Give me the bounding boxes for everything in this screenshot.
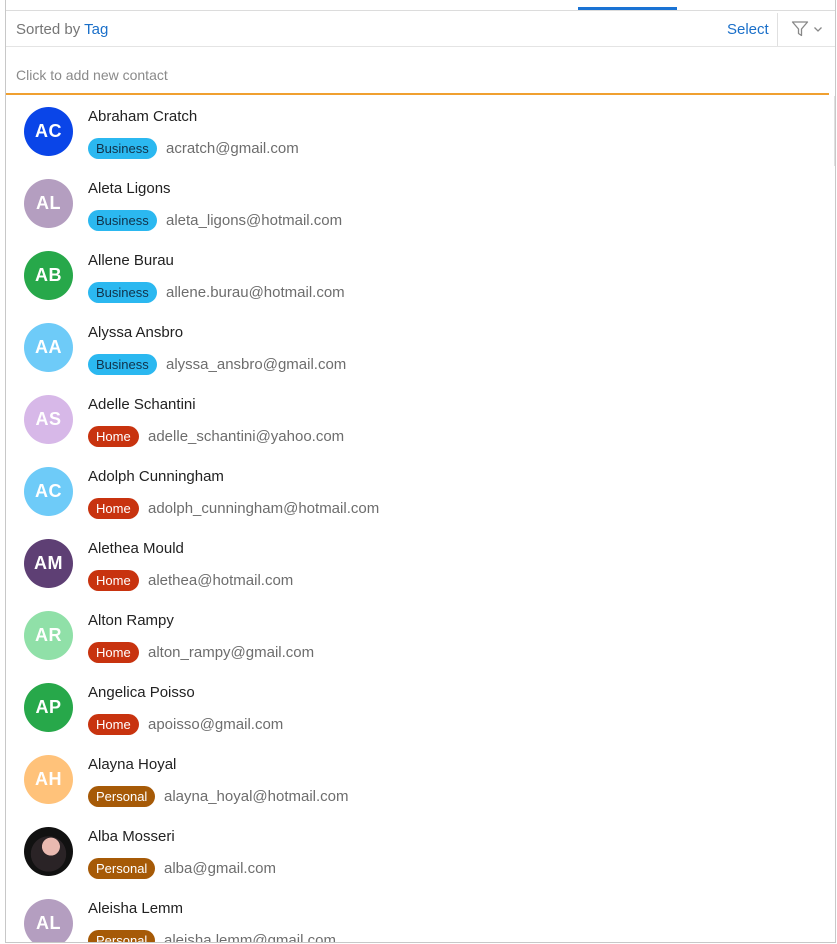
contact-email: apoisso@gmail.com <box>148 716 284 733</box>
sort-field-link[interactable]: Tag <box>84 21 108 38</box>
add-contact-input[interactable]: Click to add new contact <box>6 48 829 95</box>
select-button[interactable]: Select <box>727 21 769 38</box>
contact-row[interactable]: AH Alayna Hoyal Personal alayna_hoyal@hotma… <box>6 744 835 816</box>
contact-tag-badge: Personal <box>88 786 156 807</box>
contact-row[interactable]: AL Aleta Ligons Business aleta_ligons@hotma… <box>6 168 835 240</box>
contact-name: Alba Mosseri <box>88 828 175 845</box>
contact-photo <box>24 827 73 876</box>
contact-email: allene.burau@hotmail.com <box>166 284 345 301</box>
contact-tag-badge: Business <box>88 210 157 231</box>
sort-label: Sorted by Tag <box>16 21 108 38</box>
contact-avatar: AC <box>24 107 73 156</box>
contact-tag-badge: Business <box>88 282 157 303</box>
contacts-panel: Sorted by Tag Select Click to add new co… <box>5 0 836 943</box>
header-divider <box>777 13 778 46</box>
contact-email: adolph_cunningham@hotmail.com <box>148 500 380 517</box>
add-contact-placeholder: Click to add new contact <box>16 67 168 83</box>
contact-row[interactable]: AA Alyssa Ansbro Business alyssa_ansbro@gma… <box>6 312 835 384</box>
contact-email: adelle_schantini@yahoo.com <box>148 428 345 445</box>
contact-avatar: AM <box>24 539 73 588</box>
contact-name: Alethea Mould <box>88 540 184 557</box>
contact-row[interactable]: AP Angelica Poisso Home apoisso@gmail.com <box>6 672 835 744</box>
contact-name: Allene Burau <box>88 252 174 269</box>
contact-name: Alton Rampy <box>88 612 174 629</box>
contact-avatar: AH <box>24 755 73 804</box>
contact-avatar: AC <box>24 467 73 516</box>
contact-avatar: AS <box>24 395 73 444</box>
contact-row[interactable]: AC Abraham Cratch Business acratch@gmail.co… <box>6 96 835 168</box>
contact-email: acratch@gmail.com <box>166 140 299 157</box>
contact-name: Angelica Poisso <box>88 684 195 701</box>
contact-tag-badge: Business <box>88 138 157 159</box>
contact-tag-badge: Home <box>88 426 139 447</box>
contact-tag-badge: Home <box>88 570 139 591</box>
contact-avatar: AA <box>24 323 73 372</box>
contact-row[interactable]: Alba Mosseri Personal alba@gmail.com <box>6 816 835 888</box>
contact-tag-badge: Personal <box>88 930 156 942</box>
active-tab-indicator <box>578 7 677 10</box>
contact-tag-badge: Home <box>88 498 139 519</box>
contact-name: Adelle Schantini <box>88 396 196 413</box>
filter-icon <box>791 21 809 37</box>
contact-email: aleisha.lemm@gmail.com <box>164 932 336 943</box>
contact-row[interactable]: AS Adelle Schantini Home adelle_schantini@y… <box>6 384 835 456</box>
contact-avatar: AP <box>24 683 73 732</box>
contact-avatar: AB <box>24 251 73 300</box>
contact-email: alba@gmail.com <box>164 860 276 877</box>
contact-email: alethea@hotmail.com <box>148 572 294 589</box>
contact-name: Alyssa Ansbro <box>88 324 184 341</box>
contact-row[interactable]: AC Adolph Cunningham Home adolph_cunningham… <box>6 456 835 528</box>
contact-tag-badge: Home <box>88 714 139 735</box>
contact-avatar: AR <box>24 611 73 660</box>
contact-name: Aleisha Lemm <box>88 900 184 917</box>
contact-email: alayna_hoyal@hotmail.com <box>164 788 349 805</box>
contact-row[interactable]: AR Alton Rampy Home alton_rampy@gmail.com <box>6 600 835 672</box>
contact-email: alyssa_ansbro@gmail.com <box>166 356 347 373</box>
contact-name: Aleta Ligons <box>88 180 171 197</box>
contact-row[interactable]: AM Alethea Mould Home alethea@hotmail.com <box>6 528 835 600</box>
contact-tag-badge: Personal <box>88 858 156 879</box>
contact-tag-badge: Home <box>88 642 139 663</box>
contact-tag-badge: Business <box>88 354 157 375</box>
contact-avatar: AL <box>24 179 73 228</box>
sort-prefix: Sorted by <box>16 21 81 38</box>
contact-row[interactable]: AB Allene Burau Business allene.burau@hotma… <box>6 240 835 312</box>
contact-name: Abraham Cratch <box>88 108 198 125</box>
contact-row[interactable]: AL Aleisha Lemm Personal aleisha.lemm@gmail… <box>6 888 835 943</box>
contact-list: AC Abraham Cratch Business acratch@gmail.co… <box>6 96 835 943</box>
contact-name: Alayna Hoyal <box>88 756 177 773</box>
contact-avatar: AL <box>24 899 73 942</box>
filter-button[interactable] <box>784 15 830 43</box>
contact-email: alton_rampy@gmail.com <box>148 644 315 661</box>
list-header: Sorted by Tag Select <box>6 11 835 47</box>
contact-name: Adolph Cunningham <box>88 468 224 485</box>
chevron-down-icon <box>814 27 822 32</box>
contact-email: aleta_ligons@hotmail.com <box>166 212 343 229</box>
